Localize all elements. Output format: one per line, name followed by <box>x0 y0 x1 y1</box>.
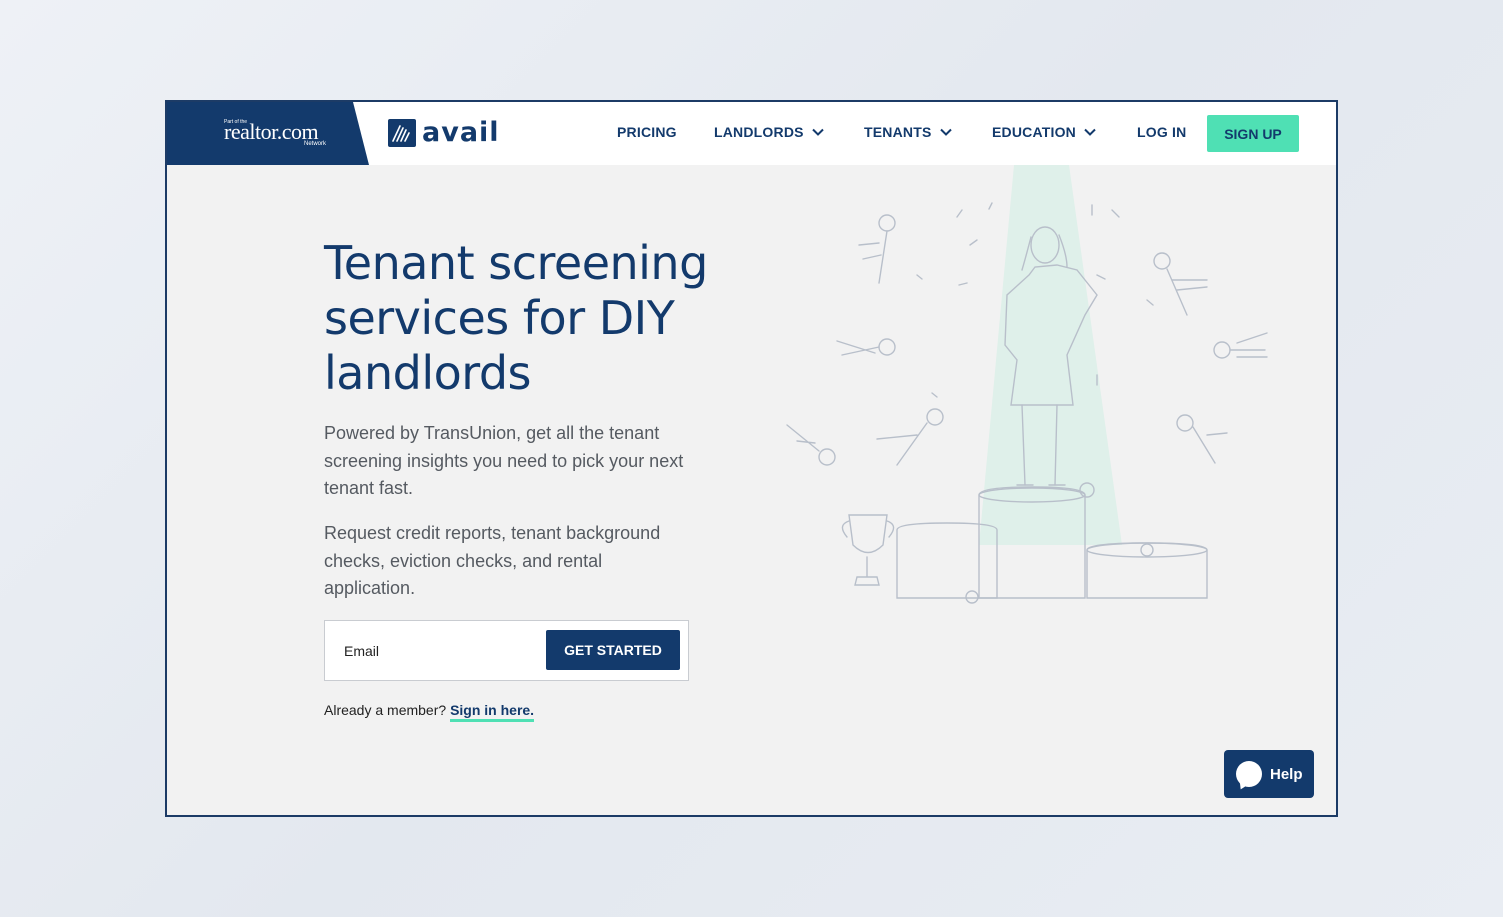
avail-logo-icon <box>388 119 416 147</box>
podium-illustration <box>786 165 1268 604</box>
nav-login[interactable]: LOG IN <box>1137 124 1186 140</box>
signup-button[interactable]: SIGN UP <box>1207 115 1299 152</box>
realtor-network-badge[interactable]: Part of the realtor.com Network <box>167 102 369 165</box>
signin-link[interactable]: Sign in here. <box>450 702 535 722</box>
chat-bubble-icon <box>1236 761 1262 787</box>
hero-paragraph-2: Request credit reports, tenant backgroun… <box>324 523 661 598</box>
nav-tenants-label: TENANTS <box>864 124 932 140</box>
help-label: Help <box>1270 765 1303 783</box>
nav-login-label: LOG IN <box>1137 124 1187 140</box>
nav-pricing[interactable]: PRICING <box>617 124 677 140</box>
get-started-button[interactable]: GET STARTED <box>546 630 680 670</box>
avail-logo[interactable]: avail <box>388 118 500 148</box>
nav-education-label: EDUCATION <box>992 124 1076 140</box>
nav-education[interactable]: EDUCATION <box>992 124 1096 140</box>
chevron-down-icon <box>811 128 824 136</box>
site-header: Part of the realtor.com Network avail PR… <box>167 102 1336 165</box>
chevron-down-icon <box>1084 128 1096 136</box>
email-input[interactable] <box>326 622 541 679</box>
member-signin-line: Already a member? Sign in here. <box>324 702 535 722</box>
chevron-down-icon <box>939 128 952 136</box>
help-chat-button[interactable]: Help <box>1224 750 1314 798</box>
nav-tenants[interactable]: TENANTS <box>864 124 952 140</box>
browser-frame: Part of the realtor.com Network avail PR… <box>165 100 1338 817</box>
hero-paragraph-1: Powered by TransUnion, get all the tenan… <box>324 423 684 498</box>
nav-landlords[interactable]: LANDLORDS <box>714 124 824 140</box>
nav-pricing-label: PRICING <box>617 124 677 140</box>
email-signup-form: GET STARTED <box>324 620 689 681</box>
avail-wordmark: avail <box>422 117 500 148</box>
realtor-bottom-caption: Network <box>304 141 327 147</box>
member-text: Already a member? <box>324 702 447 718</box>
nav-landlords-label: LANDLORDS <box>714 124 804 140</box>
hero-title: Tenant screening services for DIY landlo… <box>324 236 708 400</box>
